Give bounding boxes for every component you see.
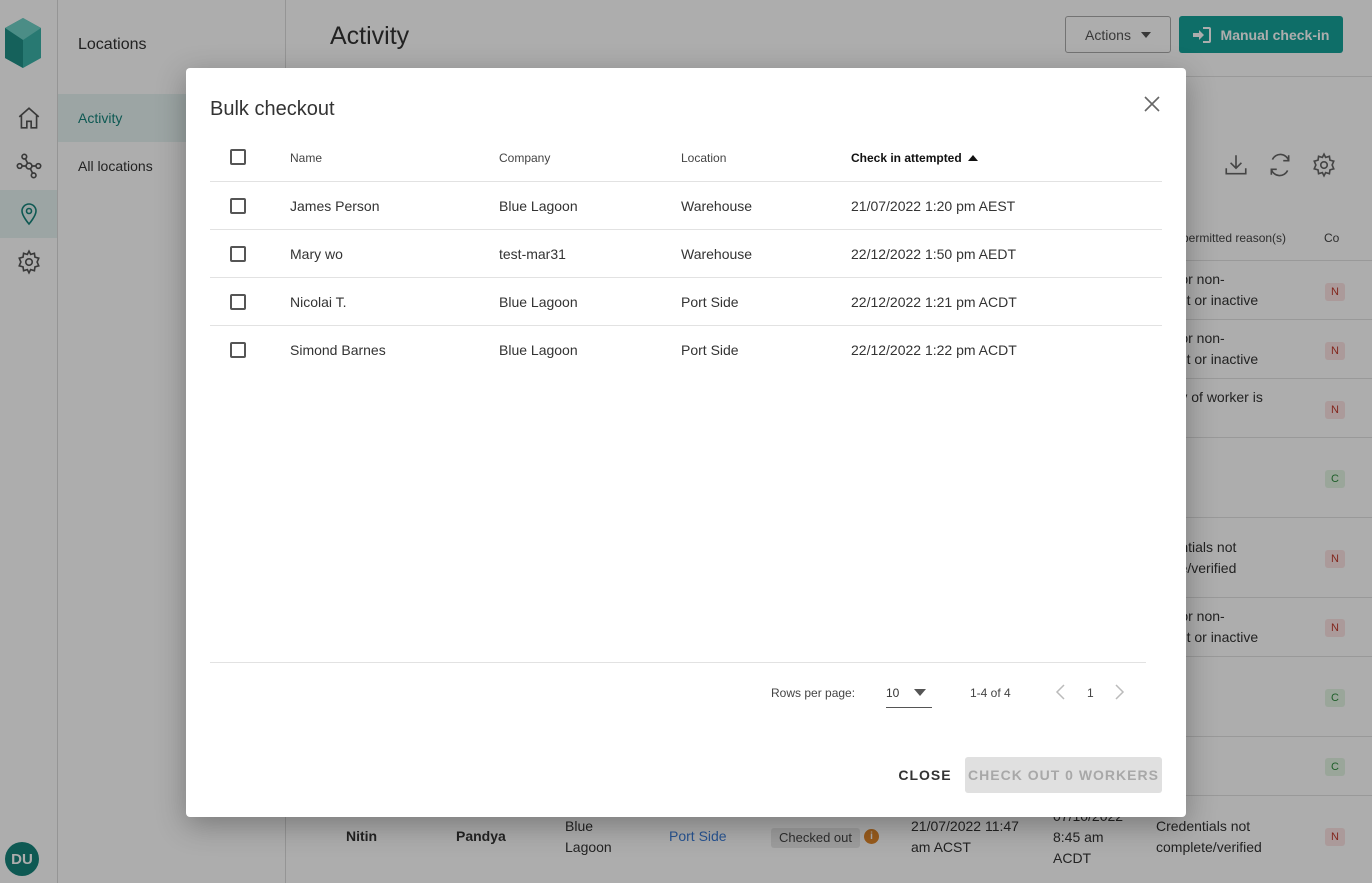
company-cell: Blue Lagoon (499, 198, 578, 214)
company-cell: test-mar31 (499, 246, 566, 262)
table-row[interactable]: Mary wo test-mar31 Warehouse 22/12/2022 … (210, 230, 1162, 278)
column-header-name[interactable]: Name (290, 134, 322, 182)
caret-down-icon (914, 689, 926, 696)
location-cell: Warehouse (681, 246, 753, 262)
row-checkbox[interactable] (230, 294, 246, 310)
check-in-cell: 22/12/2022 1:50 pm AEDT (851, 246, 1016, 262)
row-checkbox[interactable] (230, 246, 246, 262)
page-number: 1 (1087, 686, 1094, 700)
name-cell: Nicolai T. (290, 294, 347, 310)
rows-per-page-value: 10 (886, 686, 900, 700)
location-cell: Port Side (681, 342, 739, 358)
workers-table: Name Company Location Check in attempted… (210, 134, 1162, 374)
check-in-cell: 21/07/2022 1:20 pm AEST (851, 198, 1016, 214)
name-cell: James Person (290, 198, 380, 214)
table-row[interactable]: James Person Blue Lagoon Warehouse 21/07… (210, 182, 1162, 230)
sort-ascending-icon (967, 155, 978, 161)
column-header-location[interactable]: Location (681, 134, 726, 182)
rows-per-page-select[interactable]: 10 (886, 679, 932, 708)
table-row[interactable]: Nicolai T. Blue Lagoon Port Side 22/12/2… (210, 278, 1162, 326)
chevron-left-icon[interactable] (1054, 682, 1068, 702)
close-button[interactable]: CLOSE (894, 757, 956, 793)
location-cell: Warehouse (681, 198, 753, 214)
location-cell: Port Side (681, 294, 739, 310)
table-header-row: Name Company Location Check in attempted (210, 134, 1162, 182)
column-header-check-in[interactable]: Check in attempted (851, 134, 978, 182)
row-checkbox[interactable] (230, 198, 246, 214)
check-in-cell: 22/12/2022 1:22 pm ACDT (851, 342, 1017, 358)
check-in-cell: 22/12/2022 1:21 pm ACDT (851, 294, 1017, 310)
name-cell: Mary wo (290, 246, 343, 262)
company-cell: Blue Lagoon (499, 294, 578, 310)
column-header-company[interactable]: Company (499, 134, 550, 182)
table-row[interactable]: Simond Barnes Blue Lagoon Port Side 22/1… (210, 326, 1162, 374)
close-icon[interactable] (1142, 94, 1162, 114)
row-checkbox[interactable] (230, 342, 246, 358)
bulk-checkout-dialog: Bulk checkout Name Company Location Chec… (186, 68, 1186, 817)
name-cell: Simond Barnes (290, 342, 386, 358)
check-in-header-label: Check in attempted (851, 151, 962, 165)
pagination-range: 1-4 of 4 (970, 686, 1011, 700)
company-cell: Blue Lagoon (499, 342, 578, 358)
rows-per-page-label: Rows per page: (771, 686, 856, 700)
dialog-title: Bulk checkout (210, 98, 335, 120)
select-all-checkbox[interactable] (230, 149, 246, 165)
table-footer-divider (210, 662, 1146, 663)
chevron-right-icon[interactable] (1112, 682, 1126, 702)
check-out-workers-button[interactable]: CHECK OUT 0 WORKERS (965, 757, 1162, 793)
